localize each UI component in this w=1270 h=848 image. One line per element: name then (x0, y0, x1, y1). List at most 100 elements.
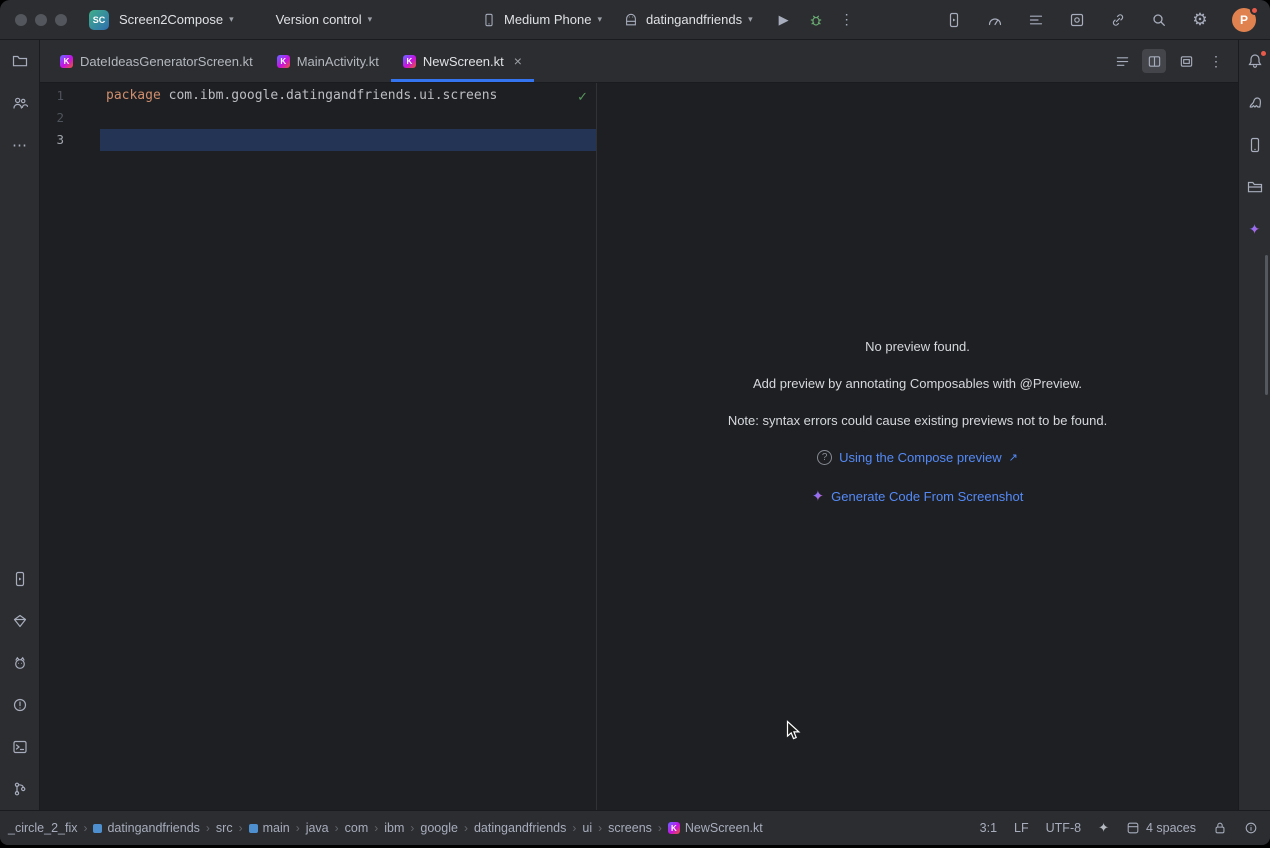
breadcrumb-item[interactable]: screens (604, 819, 656, 837)
tab-newscreen[interactable]: K NewScreen.kt × (391, 40, 534, 82)
run-button[interactable]: ▶ (775, 11, 793, 29)
encoding-widget[interactable]: UTF-8 (1046, 821, 1081, 835)
info-icon[interactable] (1244, 821, 1258, 835)
close-tab-icon[interactable]: × (514, 54, 522, 68)
profiler-icon[interactable] (986, 11, 1004, 29)
breadcrumb-item[interactable]: java (302, 819, 333, 837)
inspection-check-icon[interactable]: ✓ (577, 89, 588, 105)
debug-button[interactable] (807, 11, 825, 29)
breadcrumb-item[interactable]: datingandfriends (470, 819, 570, 837)
breadcrumb-label: NewScreen.kt (685, 821, 763, 835)
chevron-right-icon: › (657, 821, 663, 835)
vcs-label: Version control (276, 12, 362, 27)
search-icon[interactable] (1150, 11, 1168, 29)
chevron-right-icon: › (334, 821, 340, 835)
running-devices-icon[interactable] (945, 11, 963, 29)
user-avatar[interactable]: P (1232, 8, 1256, 32)
editor-options-kebab-icon[interactable]: ⋮ (1206, 53, 1226, 70)
problems-icon[interactable] (11, 696, 29, 714)
people-icon[interactable] (11, 94, 29, 112)
add-preview-hint: Add preview by annotating Composables wi… (753, 376, 1082, 391)
split-view-icon[interactable] (1142, 49, 1166, 73)
breadcrumb-item[interactable]: ui (578, 819, 596, 837)
breadcrumb-item[interactable]: _circle_2_fix (4, 819, 81, 837)
version-control-branch-icon[interactable] (11, 780, 29, 798)
zoom-window-button[interactable] (55, 14, 67, 26)
code-area[interactable]: package com.ibm.google.datingandfriends.… (100, 85, 596, 151)
mouse-cursor (786, 720, 801, 742)
line-number-active: 3 (40, 129, 100, 151)
project-selector[interactable]: Screen2Compose ▾ (111, 7, 242, 32)
running-devices-tool-icon[interactable] (11, 570, 29, 588)
breadcrumb-item-file[interactable]: KNewScreen.kt (664, 819, 767, 837)
code-view-icon[interactable] (1110, 49, 1134, 73)
android-studio-window: SC Screen2Compose ▾ Version control ▾ Me… (0, 0, 1270, 845)
code-token: com.ibm.google.datingandfriends.ui.scree… (161, 88, 498, 103)
source-root-icon (249, 824, 258, 833)
status-widgets: 3:1 LF UTF-8 ✦ 4 spaces (980, 820, 1258, 836)
line-separator-widget[interactable]: LF (1014, 821, 1029, 835)
tab-label: MainActivity.kt (297, 54, 379, 69)
project-logo: SC (89, 10, 109, 30)
vcs-selector[interactable]: Version control ▾ (268, 7, 381, 32)
keyword-token: package (106, 88, 161, 103)
tab-mainactivity[interactable]: K MainActivity.kt (265, 40, 391, 82)
close-window-button[interactable] (15, 14, 27, 26)
ai-assistant-icon[interactable]: ✦ (1098, 820, 1109, 836)
breadcrumb-item[interactable]: ibm (380, 819, 408, 837)
gemini-star-icon[interactable]: ✦ (1246, 220, 1264, 238)
caret-position-widget[interactable]: 3:1 (980, 821, 997, 835)
device-manager-icon[interactable] (1246, 136, 1264, 154)
indent-widget[interactable]: 4 spaces (1126, 821, 1196, 835)
design-view-icon[interactable] (1174, 49, 1198, 73)
todo-list-icon[interactable] (1027, 11, 1045, 29)
chevron-right-icon: › (597, 821, 603, 835)
breadcrumb-item[interactable]: main (245, 819, 294, 837)
run-config-selector[interactable]: datingandfriends ▾ (614, 6, 761, 34)
notifications-bell-icon[interactable] (1246, 52, 1264, 70)
logcat-icon[interactable] (11, 654, 29, 672)
run-config-label: datingandfriends (646, 12, 742, 27)
minimize-window-button[interactable] (35, 14, 47, 26)
app-inspection-icon[interactable] (1068, 11, 1086, 29)
breadcrumb-item[interactable]: datingandfriends (89, 819, 203, 837)
breadcrumb-item[interactable]: google (416, 819, 462, 837)
more-run-actions-icon[interactable]: ⋮ (837, 11, 857, 29)
chevron-down-icon: ▾ (597, 15, 602, 24)
generate-code-link[interactable]: Generate Code From Screenshot (831, 489, 1023, 504)
scrollbar-thumb[interactable] (1265, 255, 1268, 395)
editor-gutter[interactable]: 1 2 3 (40, 85, 100, 151)
indent-box-icon (1126, 821, 1140, 835)
code-line: package com.ibm.google.datingandfriends.… (100, 85, 596, 107)
app-insights-diamond-icon[interactable] (11, 612, 29, 630)
chevron-right-icon: › (463, 821, 469, 835)
chevron-right-icon: › (373, 821, 379, 835)
device-selector[interactable]: Medium Phone ▾ (472, 6, 610, 34)
terminal-icon[interactable] (11, 738, 29, 756)
chevron-right-icon: › (82, 821, 88, 835)
code-line (100, 129, 596, 151)
gradle-icon[interactable] (1246, 94, 1264, 112)
chevron-right-icon: › (571, 821, 577, 835)
external-link-icon: ↗ (1009, 451, 1018, 464)
link-icon[interactable] (1109, 11, 1127, 29)
settings-gear-icon[interactable]: ⚙ (1191, 11, 1209, 29)
kotlin-file-icon: K (403, 55, 416, 68)
line-number: 2 (40, 107, 100, 129)
titlebar: SC Screen2Compose ▾ Version control ▾ Me… (0, 0, 1270, 40)
project-folder-icon[interactable] (11, 52, 29, 70)
breadcrumb-item[interactable]: com (341, 819, 373, 837)
compose-preview-doc-link[interactable]: Using the Compose preview (839, 450, 1002, 465)
code-editor[interactable]: 1 2 3 package com.ibm.google.datingandfr… (40, 83, 596, 810)
device-explorer-icon[interactable] (1246, 178, 1264, 196)
tab-dateideasgeneratorscreen[interactable]: K DateIdeasGeneratorScreen.kt (48, 40, 265, 82)
titlebar-right-actions: ⚙ P (945, 0, 1256, 39)
breadcrumb-item[interactable]: src (212, 819, 237, 837)
more-tool-windows-icon[interactable]: ⋯ (11, 136, 29, 154)
chevron-down-icon: ▾ (748, 15, 753, 24)
chevron-down-icon: ▾ (229, 15, 234, 24)
lock-icon[interactable] (1213, 821, 1227, 835)
notification-dot (1260, 50, 1267, 57)
left-tool-strip: ⋯ (0, 40, 40, 810)
help-question-icon[interactable]: ? (817, 450, 832, 465)
